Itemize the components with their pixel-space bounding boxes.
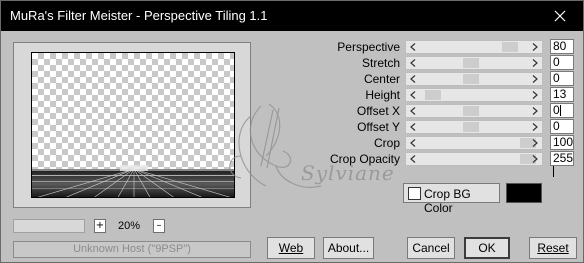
reset-button-label: Reset — [537, 241, 569, 255]
web-button[interactable]: Web — [267, 237, 315, 259]
crop-bg-color-swatch[interactable] — [506, 183, 542, 203]
param-label-offset-x: Offset X — [356, 104, 400, 118]
chevron-right-icon[interactable] — [529, 73, 541, 85]
chevron-right-icon[interactable] — [529, 153, 541, 165]
chevron-right-icon[interactable] — [529, 89, 541, 101]
close-button[interactable] — [537, 1, 583, 31]
param-label-perspective: Perspective — [337, 40, 400, 54]
value-field-crop-opacity[interactable]: 255 — [550, 151, 574, 166]
slider-crop[interactable] — [405, 136, 543, 150]
chevron-right-icon[interactable] — [529, 41, 541, 53]
filter-window: MuRa's Filter Meister - Perspective Tili… — [0, 0, 584, 263]
chevron-left-icon[interactable] — [407, 57, 419, 69]
chevron-left-icon[interactable] — [407, 153, 419, 165]
param-label-crop-opacity: Crop Opacity — [329, 152, 400, 166]
chevron-left-icon[interactable] — [407, 137, 419, 149]
slider-thumb[interactable] — [463, 122, 479, 132]
cancel-button[interactable]: Cancel — [407, 237, 455, 259]
crop-bg-color-checkbox[interactable]: Crop BG Color — [403, 183, 500, 215]
slider-thumb[interactable] — [463, 58, 479, 68]
chevron-right-icon[interactable] — [529, 137, 541, 149]
param-label-center: Center — [363, 72, 400, 86]
slider-offset-x[interactable] — [405, 104, 543, 118]
about-button-label: About... — [327, 241, 370, 255]
chevron-right-icon[interactable] — [529, 57, 541, 69]
ok-button-label: OK — [478, 241, 496, 255]
chevron-left-icon[interactable] — [407, 73, 419, 85]
crop-bg-color-label: Crop BG Color — [424, 187, 471, 215]
title-bar: MuRa's Filter Meister - Perspective Tili… — [1, 1, 583, 31]
slider-center[interactable] — [405, 72, 543, 86]
zoom-level: 20% — [117, 220, 141, 232]
value-field-perspective[interactable]: 80 — [550, 39, 574, 54]
close-icon — [554, 10, 566, 22]
chevron-right-icon[interactable] — [529, 121, 541, 133]
zoom-slider[interactable] — [13, 219, 85, 233]
value-field-offset-y[interactable]: 0 — [550, 119, 574, 134]
chevron-left-icon[interactable] — [407, 121, 419, 133]
preview-image[interactable] — [31, 52, 235, 198]
ok-button[interactable]: OK — [464, 237, 510, 259]
checkbox-icon — [408, 187, 421, 200]
chevron-left-icon[interactable] — [407, 105, 419, 117]
host-status: Unknown Host ("9PSP") — [13, 241, 251, 258]
zoom-out-button[interactable]: – — [153, 219, 165, 233]
param-label-height: Height — [365, 88, 400, 102]
chevron-right-icon[interactable] — [529, 105, 541, 117]
slider-crop-opacity[interactable] — [405, 152, 543, 166]
value-field-center[interactable]: 0 — [550, 71, 574, 86]
chevron-left-icon[interactable] — [407, 89, 419, 101]
zoom-in-button[interactable]: + — [94, 219, 106, 233]
slider-thumb[interactable] — [502, 42, 518, 52]
value-field-stretch[interactable]: 0 — [550, 55, 574, 70]
slider-offset-y[interactable] — [405, 120, 543, 134]
slider-stretch[interactable] — [405, 56, 543, 70]
slider-thumb[interactable] — [425, 90, 441, 100]
web-button-label: Web — [278, 241, 304, 255]
value-field-height[interactable]: 13 — [550, 87, 574, 102]
param-label-stretch: Stretch — [361, 56, 400, 70]
value-field-offset-x[interactable]: 0 — [550, 103, 574, 118]
chevron-left-icon[interactable] — [407, 41, 419, 53]
param-label-crop: Crop — [373, 136, 400, 150]
perspective-floor-graphic — [32, 165, 234, 197]
window-title: MuRa's Filter Meister - Perspective Tili… — [10, 8, 268, 23]
value-field-crop[interactable]: 100 — [550, 135, 574, 150]
param-label-offset-y: Offset Y — [357, 120, 400, 134]
about-button[interactable]: About... — [323, 237, 374, 259]
slider-thumb[interactable] — [463, 106, 479, 116]
slider-perspective[interactable] — [405, 40, 543, 54]
slider-height[interactable] — [405, 88, 543, 102]
slider-thumb[interactable] — [463, 74, 479, 84]
reset-button[interactable]: Reset — [529, 237, 577, 259]
cancel-button-label: Cancel — [412, 241, 450, 255]
preview-frame — [13, 42, 251, 208]
